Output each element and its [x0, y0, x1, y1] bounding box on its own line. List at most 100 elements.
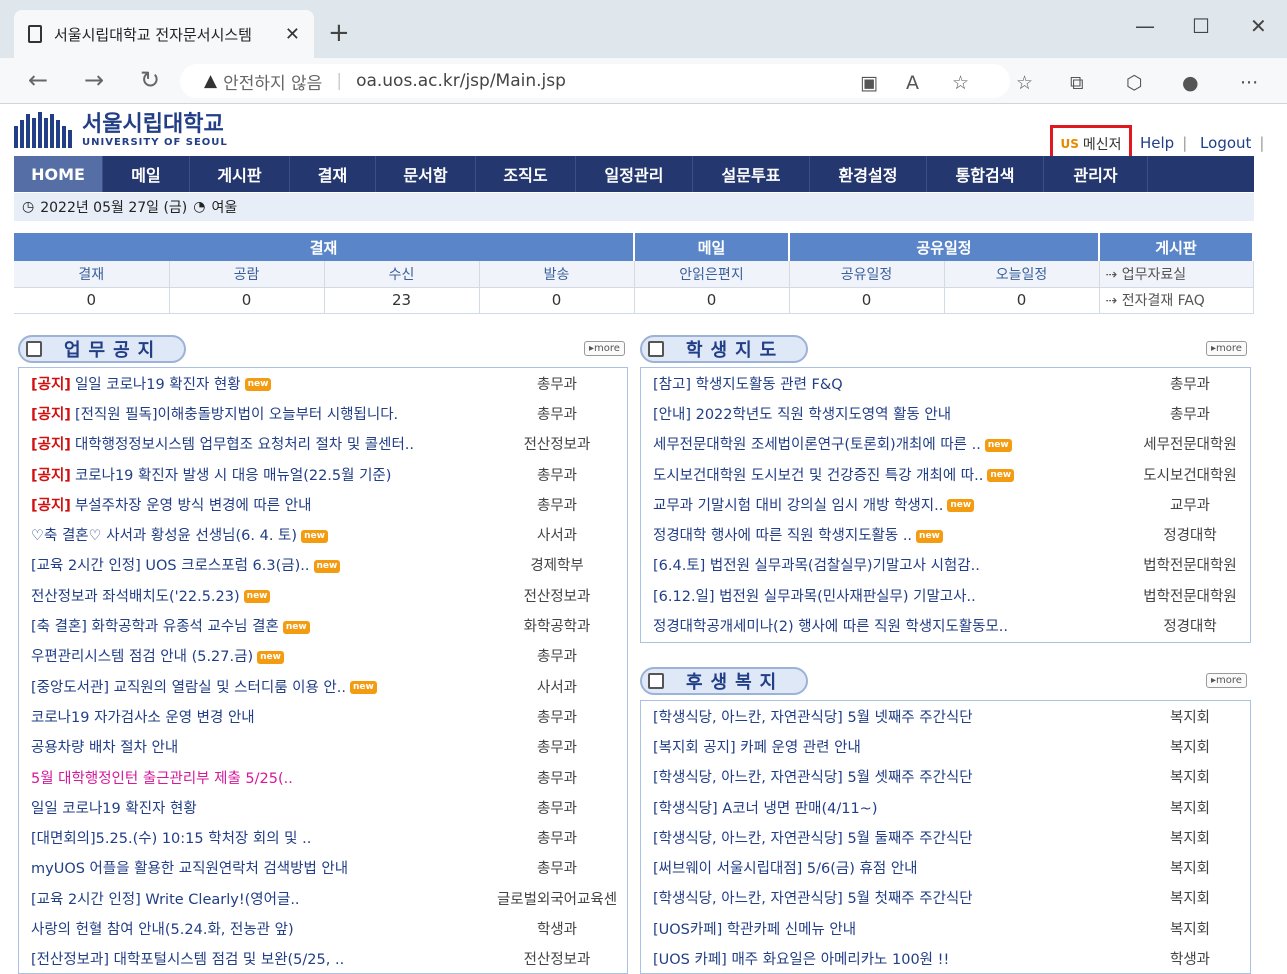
notice-item-title[interactable]: myUOS 어플을 활용한 교직원연락처 검색방법 안내	[19, 857, 487, 878]
count-approval[interactable]: 0	[14, 287, 170, 314]
notice-row[interactable]: ♡축 결혼♡ 사서과 황성윤 선생님(6. 4. 토) new 사서과	[19, 519, 627, 549]
blocked-popup-icon[interactable]: ▣	[860, 72, 878, 94]
guidance-row[interactable]: 정경대학공개세미나(2) 행사에 따른 직원 학생지도활동모.. 정경대학	[641, 610, 1250, 640]
welfare-item-title[interactable]: [학생식당, 아느칸, 자연관식당] 5월 둘째주 주간식단	[641, 827, 1130, 848]
notice-row[interactable]: 사랑의 헌혈 참여 안내(5.24.화, 전농관 앞) 학생과	[19, 913, 627, 943]
minimize-icon[interactable]: —	[1135, 14, 1155, 38]
notice-row[interactable]: [공지] 코로나19 확진자 발생 시 대응 매뉴얼(22.5월 기준) 총무과	[19, 459, 627, 489]
extensions-icon[interactable]: ⬡	[1126, 72, 1143, 94]
notice-item-title[interactable]: 우편관리시스템 점검 안내 (5.27.금) new	[19, 645, 487, 666]
notice-row[interactable]: 전산정보과 좌석배치도('22.5.23) new 전산정보과	[19, 580, 627, 610]
guidance-item-title[interactable]: 정경대학 행사에 따른 직원 학생지도활동 .. new	[641, 524, 1130, 545]
guidance-item-title[interactable]: 정경대학공개세미나(2) 행사에 따른 직원 학생지도활동모..	[641, 615, 1130, 636]
label-shared-schedule[interactable]: 공유일정	[789, 261, 945, 288]
welfare-row[interactable]: [학생식당] A코너 냉면 판매(4/11~) 복지회	[641, 792, 1250, 822]
notice-item-title[interactable]: [대면회의]5.25.(수) 10:15 학처장 회의 및 ..	[19, 827, 487, 848]
guidance-item-title[interactable]: 세무전문대학원 조세법이론연구(토론회)개최에 따른 .. new	[641, 433, 1130, 454]
notice-item-title[interactable]: [전산정보과] 대학포털시스템 점검 및 보완(5/25, ..	[19, 948, 487, 969]
notice-item-title[interactable]: [중앙도서관] 교직원의 열람실 및 스터디룸 이용 안.. new	[19, 676, 487, 697]
welfare-row[interactable]: [학생식당, 아느칸, 자연관식당] 5월 넷째주 주간식단 복지회	[641, 701, 1250, 731]
notice-row[interactable]: [공지] 일일 코로나19 확진자 현황 new 총무과	[19, 368, 627, 398]
notice-row[interactable]: [교육 2시간 인정] UOS 크로스포럼 6.3(금).. new 경제학부	[19, 550, 627, 580]
logout-link[interactable]: Logout	[1200, 134, 1251, 152]
menu-admin[interactable]: 관리자	[1044, 156, 1148, 192]
notice-item-title[interactable]: [공지] 일일 코로나19 확진자 현황 new	[19, 373, 487, 394]
notice-row[interactable]: 코로나19 자가검사소 운영 변경 안내 총무과	[19, 701, 627, 731]
welfare-item-title[interactable]: [복지회 공지] 카페 운영 관련 안내	[641, 736, 1130, 757]
help-link[interactable]: Help	[1140, 134, 1174, 152]
close-window-icon[interactable]: ✕	[1250, 14, 1267, 38]
welfare-row[interactable]: [학생식당, 아느칸, 자연관식당] 5월 둘째주 주간식단 복지회	[641, 822, 1250, 852]
count-unread-mail[interactable]: 0	[634, 287, 790, 314]
menu-survey[interactable]: 설문투표	[693, 156, 810, 192]
notice-item-title[interactable]: [교육 2시간 인정] UOS 크로스포럼 6.3(금).. new	[19, 554, 487, 575]
guidance-row[interactable]: 정경대학 행사에 따른 직원 학생지도활동 .. new 정경대학	[641, 519, 1250, 549]
guidance-row[interactable]: [6.4.토] 법전원 실무과목(검찰실무)기말고사 시험감.. 법학전문대학원	[641, 550, 1250, 580]
welfare-item-title[interactable]: [UOS 카페] 매주 화요일은 아메리카노 100원 !!	[641, 948, 1130, 969]
welfare-row[interactable]: [학생식당, 아느칸, 자연관식당] 5월 셋째주 주간식단 복지회	[641, 762, 1250, 792]
welfare-row[interactable]: [써브웨이 서울시립대점] 5/6(금) 휴점 안내 복지회	[641, 852, 1250, 882]
guidance-row[interactable]: [안내] 2022학년도 직원 학생지도영역 활동 안내 총무과	[641, 398, 1250, 428]
notice-item-title[interactable]: 5월 대학행정인턴 출근관리부 제출 5/25(..	[19, 767, 487, 788]
guidance-item-title[interactable]: [6.12.일] 법전원 실무과목(민사재판실무) 기말고사..	[641, 585, 1130, 606]
notice-item-title[interactable]: [공지] 코로나19 확진자 발생 시 대응 매뉴얼(22.5월 기준)	[19, 464, 487, 485]
welfare-item-title[interactable]: [학생식당, 아느칸, 자연관식당] 5월 셋째주 주간식단	[641, 766, 1130, 787]
welfare-row[interactable]: [학생식당, 아느칸, 자연관식당] 5월 첫째주 주간식단 복지회	[641, 883, 1250, 913]
notice-item-title[interactable]: 일일 코로나19 확진자 현황	[19, 797, 487, 818]
notice-row[interactable]: [축 결혼] 화학공학과 유종석 교수님 결혼 new 화학공학과	[19, 610, 627, 640]
notice-row[interactable]: 공용차량 배차 절차 안내 총무과	[19, 732, 627, 762]
site-logo[interactable]: 서울시립대학교 UNIVERSITY OF SEOUL	[14, 112, 228, 148]
collections-icon[interactable]: ⧉	[1070, 72, 1084, 94]
new-tab-button[interactable]: +	[328, 18, 350, 48]
notice-row[interactable]: myUOS 어플을 활용한 교직원연락처 검색방법 안내 총무과	[19, 853, 627, 883]
count-today-schedule[interactable]: 0	[944, 287, 1100, 314]
label-review[interactable]: 공람	[169, 261, 325, 288]
count-shared-schedule[interactable]: 0	[789, 287, 945, 314]
welfare-item-title[interactable]: [학생식당, 아느칸, 자연관식당] 5월 첫째주 주간식단	[641, 887, 1130, 908]
read-aloud-icon[interactable]: A	[906, 72, 919, 94]
notice-row[interactable]: 우편관리시스템 점검 안내 (5.27.금) new 총무과	[19, 641, 627, 671]
notice-item-title[interactable]: 사랑의 헌혈 참여 안내(5.24.화, 전농관 앞)	[19, 918, 487, 939]
guidance-row[interactable]: [6.12.일] 법전원 실무과목(민사재판실무) 기말고사.. 법학전문대학원	[641, 580, 1250, 610]
menu-board[interactable]: 게시판	[190, 156, 290, 192]
notice-item-title[interactable]: 전산정보과 좌석배치도('22.5.23) new	[19, 585, 487, 606]
guidance-item-title[interactable]: 교무과 기말시험 대비 강의실 임시 개방 학생지.. new	[641, 494, 1130, 515]
board-link-2[interactable]: ⇢ 전자결재 FAQ	[1099, 287, 1254, 314]
label-unread-mail[interactable]: 안읽은편지	[634, 261, 790, 288]
label-received[interactable]: 수신	[324, 261, 480, 288]
notice-item-title[interactable]: ♡축 결혼♡ 사서과 황성윤 선생님(6. 4. 토) new	[19, 524, 487, 545]
menu-mail[interactable]: 메일	[103, 156, 190, 192]
forward-icon[interactable]: →	[84, 66, 104, 94]
welfare-item-title[interactable]: [UOS카페] 학관카페 신메뉴 안내	[641, 918, 1130, 939]
welfare-item-title[interactable]: [학생식당, 아느칸, 자연관식당] 5월 넷째주 주간식단	[641, 706, 1130, 727]
menu-docbox[interactable]: 문서함	[376, 156, 476, 192]
count-received[interactable]: 23	[324, 287, 480, 314]
more-options-icon[interactable]: ···	[1240, 72, 1258, 94]
notice-row[interactable]: [대면회의]5.25.(수) 10:15 학처장 회의 및 .. 총무과	[19, 822, 627, 852]
welfare-more-button[interactable]: ▸more	[1206, 673, 1247, 688]
notice-row[interactable]: 일일 코로나19 확진자 현황 총무과	[19, 792, 627, 822]
refresh-icon[interactable]: ↻	[140, 66, 160, 94]
menu-orgchart[interactable]: 조직도	[476, 156, 576, 192]
notice-item-title[interactable]: [공지] 대학행정정보시스템 업무협조 요청처리 절차 및 콜센터..	[19, 433, 487, 454]
menu-settings[interactable]: 환경설정	[810, 156, 927, 192]
label-approval[interactable]: 결재	[14, 261, 170, 288]
notice-row[interactable]: [중앙도서관] 교직원의 열람실 및 스터디룸 이용 안.. new 사서과	[19, 671, 627, 701]
count-sent[interactable]: 0	[479, 287, 635, 314]
notice-item-title[interactable]: [교육 2시간 인정] Write Clearly!(영어글..	[19, 888, 487, 909]
back-icon[interactable]: ←	[28, 66, 48, 94]
address-bar[interactable]: ▲ 안전하지 않음 | oa.uos.ac.kr/jsp/Main.jsp	[180, 64, 1010, 98]
close-tab-icon[interactable]: ✕	[285, 24, 300, 45]
notice-row[interactable]: [공지] [전직원 필독]이해충돌방지법이 오늘부터 시행됩니다. 총무과	[19, 398, 627, 428]
notice-row[interactable]: 5월 대학행정인턴 출근관리부 제출 5/25(.. 총무과	[19, 762, 627, 792]
count-review[interactable]: 0	[169, 287, 325, 314]
maximize-icon[interactable]: ☐	[1192, 14, 1210, 38]
guidance-row[interactable]: 도시보건대학원 도시보건 및 건강증진 특강 개최에 따.. new 도시보건대학원	[641, 459, 1250, 489]
guidance-row[interactable]: [참고] 학생지도활동 관련 F&Q 총무과	[641, 368, 1250, 398]
browser-tab[interactable]: 서울시립대학교 전자문서시스템 ✕	[14, 10, 314, 58]
notice-item-title[interactable]: 공용차량 배차 절차 안내	[19, 736, 487, 757]
notice-row[interactable]: [교육 2시간 인정] Write Clearly!(영어글.. 글로벌외국어교육…	[19, 883, 627, 913]
guidance-item-title[interactable]: 도시보건대학원 도시보건 및 건강증진 특강 개최에 따.. new	[641, 464, 1130, 485]
notice-row[interactable]: [전산정보과] 대학포털시스템 점검 및 보완(5/25, .. 전산정보과	[19, 944, 627, 974]
favorites-icon[interactable]: ☆	[1016, 72, 1033, 94]
